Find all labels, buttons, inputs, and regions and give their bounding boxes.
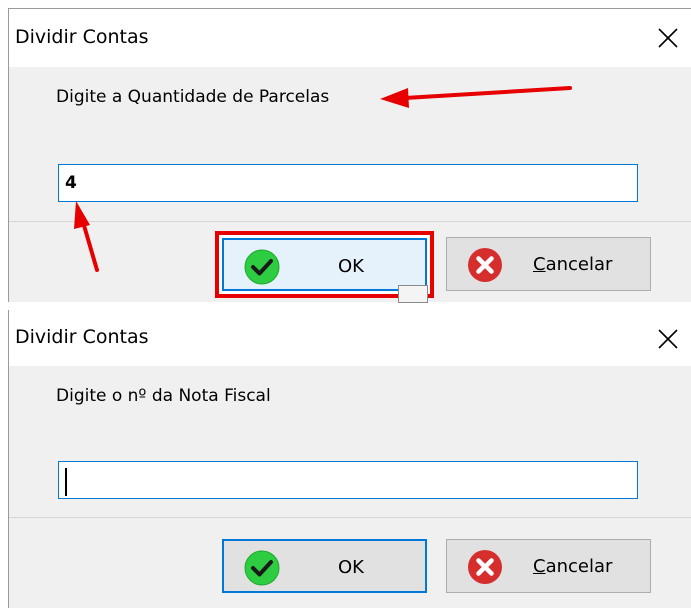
dialog-title: Dividir Contas bbox=[15, 26, 149, 48]
close-icon[interactable] bbox=[655, 25, 681, 51]
close-icon[interactable] bbox=[655, 326, 681, 352]
cancel-label: Cancelar bbox=[533, 254, 613, 275]
tooltip-fragment bbox=[398, 285, 428, 303]
screenshot-stage: Dividir Contas Digite a Quantidade de Pa… bbox=[0, 0, 691, 608]
x-circle-icon bbox=[467, 549, 503, 585]
divider bbox=[9, 221, 691, 222]
check-circle-icon bbox=[244, 550, 280, 586]
ok-button[interactable]: OK bbox=[222, 238, 427, 291]
divider bbox=[9, 517, 691, 518]
cancel-button[interactable]: Cancelar bbox=[446, 237, 651, 291]
prompt-label: Digite o nº da Nota Fiscal bbox=[56, 386, 271, 406]
check-circle-icon bbox=[244, 249, 280, 285]
title-bar: Dividir Contas bbox=[9, 9, 691, 67]
ok-label: OK bbox=[338, 256, 364, 277]
cancel-label: Cancelar bbox=[533, 556, 613, 577]
text-caret bbox=[65, 468, 67, 496]
invoice-number-input[interactable] bbox=[58, 461, 638, 499]
installments-input[interactable] bbox=[58, 164, 638, 202]
title-bar: Dividir Contas bbox=[9, 310, 691, 366]
dialog-title: Dividir Contas bbox=[15, 326, 149, 348]
cancel-button[interactable]: Cancelar bbox=[446, 539, 651, 593]
prompt-label: Digite a Quantidade de Parcelas bbox=[56, 87, 330, 107]
dialog-invoice-number: Dividir Contas Digite o nº da Nota Fisca… bbox=[8, 310, 691, 608]
ok-label: OK bbox=[338, 557, 364, 578]
x-circle-icon bbox=[467, 247, 503, 283]
ok-button[interactable]: OK bbox=[222, 539, 427, 593]
dialog-installments: Dividir Contas Digite a Quantidade de Pa… bbox=[8, 8, 691, 302]
